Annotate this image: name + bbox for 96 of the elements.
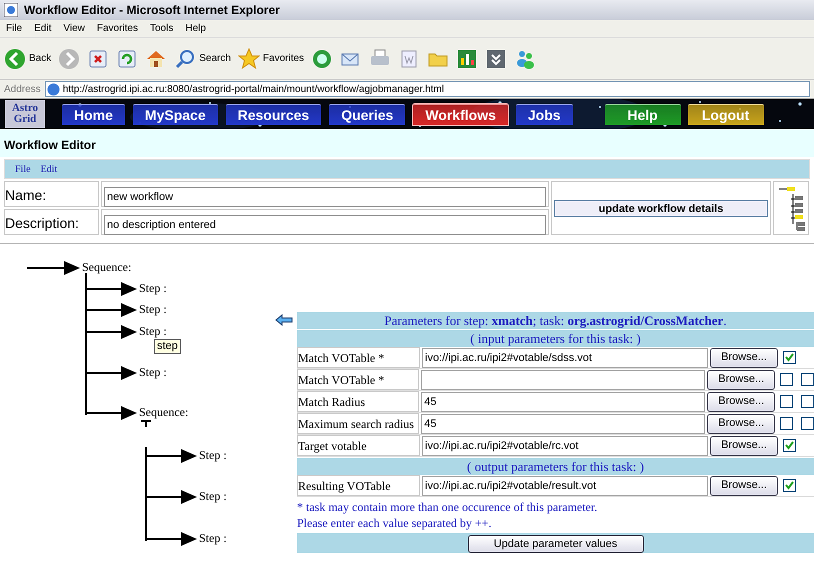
arrow <box>146 449 197 463</box>
parameter-label: Match Radius <box>297 391 420 412</box>
arrow <box>86 325 137 339</box>
field-label: Name: <box>4 181 99 207</box>
checkbox[interactable] <box>780 395 793 408</box>
checkbox[interactable] <box>801 395 814 408</box>
toolbar-icon[interactable] <box>485 48 508 70</box>
checkbox[interactable] <box>780 373 793 386</box>
panel-title: Parameters for step: xmatch; task: org.astrogrid/CrossMatcher. <box>297 312 814 329</box>
page-title: Workflow Editor <box>4 137 96 154</box>
arrow <box>27 261 80 275</box>
menu-item[interactable]: File <box>6 21 22 36</box>
menu-item[interactable]: Edit <box>40 162 58 176</box>
step-label[interactable]: Step : <box>139 324 167 338</box>
menu-item[interactable]: Help <box>185 21 206 36</box>
checkbox[interactable] <box>801 373 814 386</box>
sequence-label[interactable]: Sequence: <box>139 405 188 419</box>
sequence-label[interactable]: Sequence: <box>82 260 132 274</box>
nav-button[interactable]: Resources <box>226 104 322 124</box>
menu-item[interactable]: Tools <box>150 21 174 36</box>
checkbox[interactable] <box>780 417 793 430</box>
media-icon[interactable] <box>311 48 334 70</box>
text-field[interactable]: new workflow <box>104 187 546 207</box>
step-label[interactable]: Step : <box>139 365 167 379</box>
check-icon <box>785 353 794 362</box>
parameter-field[interactable]: ivo://ipi.ac.ru/ipi2#votable/result.vot <box>422 476 708 496</box>
nav-button[interactable]: Queries <box>329 104 406 124</box>
window-title: Workflow Editor - Microsoft Internet Explorer <box>24 2 280 19</box>
checkbox[interactable] <box>783 479 796 492</box>
toolbar-label[interactable]: Favorites <box>262 51 304 66</box>
arrow <box>86 282 137 296</box>
parameter-label: Resulting VOTable <box>297 475 420 496</box>
menu-item[interactable]: Favorites <box>96 21 138 36</box>
arrow <box>146 490 197 504</box>
update-details-button[interactable]: update workflow details <box>554 200 768 216</box>
tree-icon[interactable] <box>777 184 805 232</box>
checkbox[interactable] <box>783 439 796 452</box>
step-label[interactable]: Step : <box>199 489 227 503</box>
toolbar-label[interactable]: Search <box>199 51 231 66</box>
browse-button[interactable]: Browse... <box>707 392 775 412</box>
step-label[interactable]: Step : <box>199 531 227 545</box>
arrow <box>86 406 137 420</box>
step-label[interactable]: Step : <box>139 281 167 295</box>
arrow <box>146 532 197 546</box>
arrow <box>86 303 137 317</box>
nav-button[interactable]: Jobs <box>516 104 573 124</box>
browse-button[interactable]: Browse... <box>710 436 778 456</box>
refresh-icon[interactable] <box>116 48 138 70</box>
stop-icon[interactable] <box>87 48 110 70</box>
search-icon[interactable] <box>174 48 196 70</box>
menu-item[interactable]: File <box>15 162 31 176</box>
note-text: * task may contain more than one occurence of this parameter. <box>297 499 598 515</box>
browse-button[interactable]: Browse... <box>710 476 778 496</box>
nav-button[interactable]: Workflows <box>413 104 508 124</box>
parameter-field[interactable]: 45 <box>421 414 706 434</box>
browse-button[interactable]: Browse... <box>707 370 775 390</box>
arrow <box>86 366 137 380</box>
parameter-field[interactable]: 45 <box>421 392 706 412</box>
browser-icon <box>4 3 18 17</box>
step-label[interactable]: Step : <box>199 448 227 462</box>
nav-button[interactable]: Home <box>62 104 125 124</box>
checkbox[interactable] <box>783 351 796 364</box>
parameter-label: Match VOTable * <box>297 369 420 390</box>
parameter-label: Match VOTable * <box>297 347 420 368</box>
parameter-field[interactable]: ivo://ipi.ac.ru/ipi2#votable/sdss.vot <box>422 348 708 368</box>
logo[interactable]: Astro Grid <box>5 100 45 128</box>
nav-button[interactable]: MySpace <box>132 104 218 124</box>
nav-button[interactable]: Help <box>604 104 681 124</box>
page-icon <box>46 82 60 96</box>
menu-item[interactable]: Edit <box>34 21 52 36</box>
tooltip: step <box>154 339 181 354</box>
update-parameters-button[interactable]: Update parameter values <box>468 535 644 553</box>
text-field[interactable]: no description entered <box>104 215 546 235</box>
toolbar-label[interactable]: Back <box>29 51 52 66</box>
browse-button[interactable]: Browse... <box>710 348 778 368</box>
menu-item[interactable]: View <box>63 21 85 36</box>
check-icon <box>785 481 794 490</box>
address-field[interactable]: http://astrogrid.ipi.ac.ru:8080/astrogrid-portal/main/mount/workflow/agjobmanager.html <box>44 81 810 97</box>
address-label: Address <box>4 82 41 96</box>
section-header: ( output parameters for this task: ) <box>297 458 814 475</box>
tee-icon <box>141 420 151 427</box>
parameter-field[interactable]: ivo://ipi.ac.ru/ipi2#votable/rc.vot <box>422 436 708 456</box>
checkbox[interactable] <box>801 417 814 430</box>
back-icon[interactable] <box>4 48 26 70</box>
back-arrow-icon[interactable] <box>275 314 293 326</box>
parameter-field[interactable] <box>421 370 706 390</box>
star-icon[interactable] <box>238 48 260 70</box>
section-header: ( input parameters for this task: ) <box>297 330 814 347</box>
chart-icon[interactable] <box>456 48 478 70</box>
step-label[interactable]: Step : <box>139 302 167 316</box>
check-icon <box>785 441 794 450</box>
field-label: Description: <box>4 209 99 235</box>
note-text: Please enter each value separated by ++. <box>297 515 492 531</box>
parameter-label: Target votable <box>297 435 420 456</box>
parameter-label: Maximum search radius <box>297 413 420 434</box>
browse-button[interactable]: Browse... <box>707 414 775 434</box>
